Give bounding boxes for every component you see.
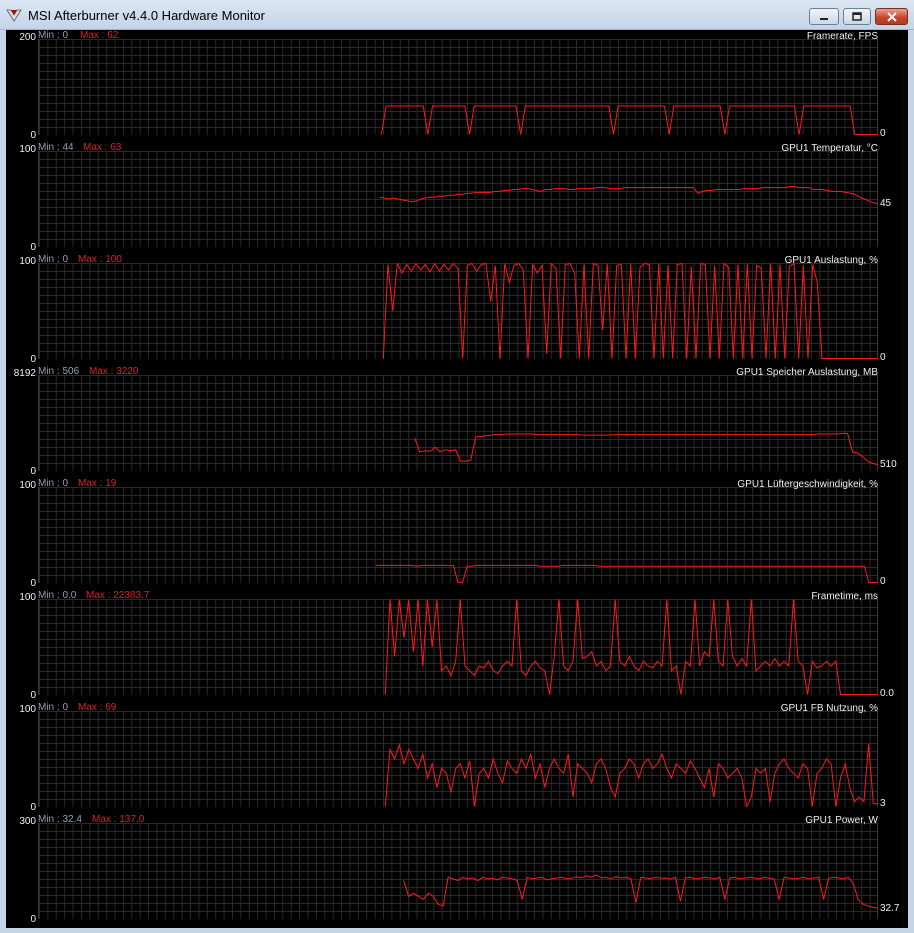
graph-panel-gpu-fan-speed[interactable]: 100 0 Min : 0 Max : 19 GPU1 Lüftergeschw… xyxy=(6,478,908,590)
min-value: Min : 0 xyxy=(38,254,69,265)
current-value: 0 xyxy=(880,352,886,363)
graph-series-line xyxy=(384,599,878,695)
graph-series-line xyxy=(375,564,878,583)
graph-name: GPU1 Power, W xyxy=(805,815,878,826)
max-value: Max : 69 xyxy=(78,702,117,713)
graph-series-line xyxy=(414,432,878,466)
graph-scroll-strip xyxy=(901,30,908,928)
max-value: Max : 62 xyxy=(80,30,119,41)
gpu-fb-usage-graph xyxy=(384,742,878,807)
y-axis-max: 100 xyxy=(19,592,36,603)
y-axis-min: 0 xyxy=(30,802,36,813)
gpu-fan-speed-graph xyxy=(375,564,878,583)
gpu-power-graph xyxy=(403,874,878,909)
graph-series-line xyxy=(382,263,878,359)
y-axis-min: 0 xyxy=(30,578,36,589)
graph-panel-frametime[interactable]: 100 0 Min : 0.0 Max : 22383.7 Frametime,… xyxy=(6,590,908,702)
max-value: Max : 22383.7 xyxy=(86,590,150,601)
title-bar[interactable]: MSI Afterburner v4.4.0 Hardware Monitor xyxy=(0,0,914,30)
y-axis-min: 0 xyxy=(30,690,36,701)
graph-name: GPU1 Speicher Auslastung, MB xyxy=(736,367,878,378)
y-axis-max: 100 xyxy=(19,144,36,155)
graph-name: Framerate, FPS xyxy=(806,31,878,42)
min-value: Min : 0.0 xyxy=(38,590,77,601)
current-value: 32.7 xyxy=(880,902,900,914)
close-button[interactable] xyxy=(875,8,908,25)
y-axis-min: 0 xyxy=(30,354,36,365)
graph-panel-gpu-usage[interactable]: 100 0 Min : 0 Max : 100 GPU1 Auslastung,… xyxy=(6,254,908,366)
graph-name: GPU1 Auslastung, % xyxy=(784,255,878,266)
maximize-button[interactable] xyxy=(843,8,871,25)
y-axis-max: 200 xyxy=(19,32,36,43)
graph-panel-gpu-temperature[interactable]: 100 0 Min : 44 Max : 63 GPU1 Temperatur,… xyxy=(6,142,908,254)
y-axis-max: 300 xyxy=(19,816,36,827)
y-axis-max: 100 xyxy=(19,256,36,267)
graph-name: GPU1 Temperatur, °C xyxy=(781,143,878,154)
max-value: Max : 100 xyxy=(78,254,122,265)
gpu-memory-usage-graph xyxy=(414,432,878,466)
current-value: 3 xyxy=(880,798,886,810)
y-axis-min: 0 xyxy=(30,914,36,925)
graph-panel-gpu-power[interactable]: 300 0 Min : 32.4 Max : 137.0 GPU1 Power,… xyxy=(6,814,908,926)
gpu-usage-graph xyxy=(382,263,878,359)
window-title: MSI Afterburner v4.4.0 Hardware Monitor xyxy=(28,8,265,23)
current-value: 0 xyxy=(880,576,886,587)
min-value: Min : 0 xyxy=(38,702,69,713)
graph-panel-framerate[interactable]: 200 0 Min : 0 Max : 62 Framerate, FPS 0 xyxy=(6,30,908,142)
minimize-icon xyxy=(820,17,828,20)
y-axis-min: 0 xyxy=(30,466,36,477)
gpu-temperature-graph xyxy=(379,186,878,205)
current-value: 510 xyxy=(880,459,897,471)
current-value: 0.0 xyxy=(880,688,894,699)
frametime-graph xyxy=(384,599,878,695)
close-icon xyxy=(886,11,897,22)
current-value: 0 xyxy=(880,128,886,139)
graph-panel-gpu-memory-usage[interactable]: 8192 0 Min : 506 Max : 3220 GPU1 Speiche… xyxy=(6,366,908,478)
framerate-graph xyxy=(380,105,878,135)
graph-series-line xyxy=(384,742,878,807)
min-value: Min : 44 xyxy=(38,142,74,153)
min-value: Min : 0 xyxy=(38,30,69,41)
graph-name: Frametime, ms xyxy=(811,591,878,602)
max-value: Max : 19 xyxy=(78,478,117,489)
graph-series-line xyxy=(379,186,878,205)
maximize-icon xyxy=(852,11,862,21)
y-axis-min: 0 xyxy=(30,130,36,141)
max-value: Max : 137.0 xyxy=(92,814,145,825)
y-axis-max: 100 xyxy=(19,480,36,491)
current-value: 45 xyxy=(880,198,892,210)
min-value: Min : 506 xyxy=(38,366,80,377)
hardware-monitor-graphs[interactable]: 200 0 Min : 0 Max : 62 Framerate, FPS 0 … xyxy=(6,30,908,928)
min-value: Min : 0 xyxy=(38,478,69,489)
minimize-button[interactable] xyxy=(809,8,839,25)
afterburner-app-icon xyxy=(6,7,22,23)
min-value: Min : 32.4 xyxy=(38,814,82,825)
graph-panel-gpu-fb-usage[interactable]: 100 0 Min : 0 Max : 69 GPU1 FB Nutzung, … xyxy=(6,702,908,814)
graph-series-line xyxy=(403,874,878,909)
y-axis-max: 100 xyxy=(19,704,36,715)
max-value: Max : 3220 xyxy=(89,366,139,377)
y-axis-max: 8192 xyxy=(13,368,36,379)
max-value: Max : 63 xyxy=(83,142,122,153)
graph-name: GPU1 Lüftergeschwindigkeit, % xyxy=(737,479,878,490)
graph-name: GPU1 FB Nutzung, % xyxy=(780,703,878,714)
graph-series-line xyxy=(380,105,878,135)
y-axis-min: 0 xyxy=(30,242,36,253)
